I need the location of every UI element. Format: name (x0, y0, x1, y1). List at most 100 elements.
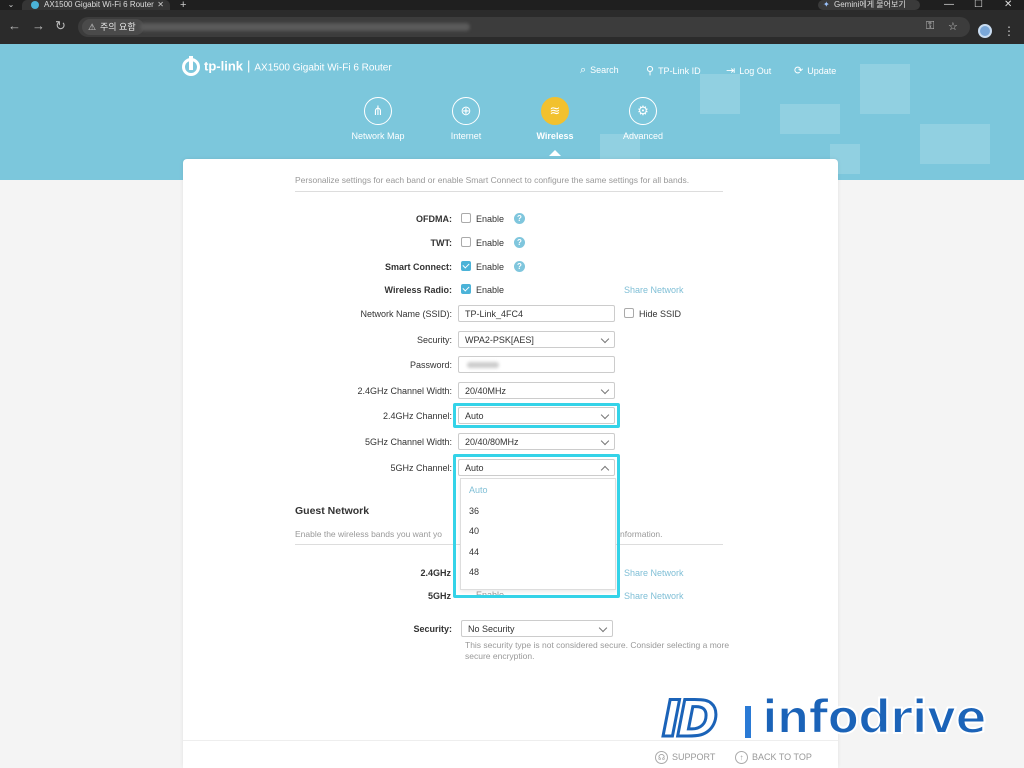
chevron-down-icon (598, 623, 608, 633)
ofdma-checkbox[interactable] (461, 213, 471, 223)
browser-tab[interactable]: AX1500 Gigabit Wi-Fi 6 Router ✕ (22, 0, 170, 10)
channel-width-5-select[interactable]: 20/40/80MHz (458, 433, 615, 450)
address-bar[interactable]: ⚠ 주의 요함 ⚿ ☆ (78, 17, 970, 37)
tab-search-chevron-icon[interactable]: ⌄ (4, 0, 18, 10)
smart-connect-help-icon[interactable]: ? (514, 261, 525, 272)
guest-24-label: 2.4GHz (420, 568, 451, 578)
nav-tab-label: Network Map (351, 131, 405, 141)
brand-name: tp-link (204, 58, 243, 74)
twt-checkbox[interactable] (461, 237, 471, 247)
ssid-label: Network Name (SSID): (360, 309, 452, 319)
bookmark-star-icon[interactable]: ☆ (948, 20, 958, 33)
guest-network-heading: Guest Network (295, 505, 370, 517)
tplink-logo-icon (182, 56, 200, 76)
ofdma-label: OFDMA: (416, 214, 452, 224)
security-warning-chip[interactable]: ⚠ 주의 요함 (82, 19, 144, 35)
header-link-label: TP-Link ID (658, 66, 701, 76)
back-arrow-icon[interactable]: ← (8, 19, 21, 33)
password-label: Password: (409, 360, 452, 370)
warning-triangle-icon: ⚠ (88, 22, 97, 32)
header-search-link[interactable]: ⌕ Search (580, 64, 619, 77)
security-select[interactable]: WPA2-PSK[AES] (458, 331, 615, 348)
channel-width-24-select[interactable]: 20/40MHz (458, 382, 615, 399)
maximize-button[interactable]: ☐ (974, 0, 983, 10)
guest-5-share-link[interactable]: Share Network (624, 591, 684, 601)
watermark-text: infodrive (761, 689, 988, 745)
wireless-radio-label: Wireless Radio: (384, 285, 452, 295)
support-label: SUPPORT (672, 751, 716, 762)
twt-label: TWT: (430, 238, 453, 248)
tplink-logo[interactable]: tp-link | AX1500 Gigabit Wi-Fi 6 Router (182, 56, 392, 76)
header-link-label: Log Out (739, 66, 772, 76)
guest-24-share-link[interactable]: Share Network (624, 568, 684, 578)
ofdma-help-icon[interactable]: ? (514, 213, 525, 224)
watermark-mark: ID (660, 689, 719, 750)
twt-enable-label: Enable (476, 238, 505, 248)
channel-width-5-value: 20/40/80MHz (465, 437, 519, 447)
tab-advanced[interactable]: ⚙ Advanced (605, 97, 681, 141)
header-link-label: Search (590, 65, 619, 75)
chevron-down-icon (600, 334, 610, 344)
tab-wireless[interactable]: ≋ Wireless (517, 97, 593, 156)
window-close-button[interactable]: ✕ (1004, 0, 1012, 10)
guest-security-value: No Security (468, 624, 515, 634)
page-footer: ☊ SUPPORT ↑ BACK TO TOP (183, 740, 838, 768)
ofdma-row: OFDMA: Enable ? (183, 210, 838, 228)
reload-icon[interactable]: ↻ (55, 19, 66, 33)
wireless-radio-checkbox[interactable] (461, 284, 471, 294)
security-warning-label: 주의 요함 (100, 22, 136, 32)
nav-tab-label: Advanced (622, 131, 664, 141)
browser-tab-bar: ⌄ AX1500 Gigabit Wi-Fi 6 Router ✕ + ✦ Ge… (0, 0, 1024, 11)
password-row: Password: (183, 356, 838, 374)
browser-menu-icon[interactable]: ⋮ (1003, 24, 1015, 38)
minimize-button[interactable]: — (944, 0, 954, 10)
guest-desc-start: Enable the wireless bands you want yo (295, 529, 442, 539)
tab-title: AX1500 Gigabit Wi-Fi 6 Router (44, 0, 154, 9)
forward-arrow-icon[interactable]: → (32, 19, 45, 33)
smart-connect-checkbox[interactable] (461, 261, 471, 271)
highlight-channel-24 (453, 403, 620, 428)
user-icon: ⚲ (646, 65, 655, 77)
back-to-top-link[interactable]: ↑ BACK TO TOP (735, 751, 812, 764)
header-tplink-id-link[interactable]: ⚲ TP-Link ID (646, 64, 701, 77)
guest-security-row: Security: No Security (183, 620, 838, 638)
channel-5-label: 5GHz Channel: (390, 463, 452, 473)
twt-row: TWT: Enable ? (183, 234, 838, 252)
gemini-spark-icon: ✦ (823, 0, 830, 9)
logout-icon: ⇥ (726, 65, 736, 77)
wifi-icon: ≋ (541, 97, 569, 125)
tab-network-map[interactable]: ⋔ Network Map (340, 97, 416, 141)
tab-close-icon[interactable]: ✕ (157, 0, 164, 9)
channel-width-5-label: 5GHz Channel Width: (364, 437, 452, 447)
channel-width-24-row: 2.4GHz Channel Width: 20/40MHz (183, 382, 838, 400)
channel-width-24-value: 20/40MHz (465, 386, 507, 396)
profile-avatar[interactable] (978, 24, 992, 38)
channel-24-label: 2.4GHz Channel: (382, 411, 452, 421)
twt-help-icon[interactable]: ? (514, 237, 525, 248)
url-text-blurred (140, 23, 470, 31)
tab-internet[interactable]: ⊕ Internet (428, 97, 504, 141)
smart-connect-enable-label: Enable (476, 262, 505, 272)
password-input[interactable] (458, 356, 615, 373)
chevron-down-icon (600, 385, 610, 395)
router-model: AX1500 Gigabit Wi-Fi 6 Router (254, 62, 392, 74)
browser-toolbar: ← → ↻ ⚠ 주의 요함 ⚿ ☆ ⋮ (0, 10, 1024, 44)
tab-favicon-icon (31, 1, 39, 9)
hide-ssid-checkbox[interactable] (624, 308, 634, 318)
guest-security-label: Security: (413, 624, 452, 634)
network-map-icon: ⋔ (364, 97, 392, 125)
support-link[interactable]: ☊ SUPPORT (655, 751, 715, 764)
security-row: Security: WPA2-PSK[AES] (183, 331, 838, 349)
gear-icon: ⚙ (629, 97, 657, 125)
share-network-link[interactable]: Share Network (624, 285, 684, 295)
gemini-button[interactable]: ✦ Gemini에게 물어보기 (818, 0, 920, 10)
guest-desc-end: nformation. (620, 529, 663, 539)
security-value: WPA2-PSK[AES] (465, 335, 534, 345)
guest-security-note: This security type is not considered sec… (465, 640, 730, 661)
header-update-link[interactable]: ⟳ Update (794, 64, 836, 77)
guest-security-select[interactable]: No Security (461, 620, 613, 637)
ssid-input[interactable]: TP-Link_4FC4 (458, 305, 615, 322)
ofdma-enable-label: Enable (476, 214, 505, 224)
header-logout-link[interactable]: ⇥ Log Out (726, 64, 771, 77)
password-key-icon[interactable]: ⚿ (926, 20, 934, 33)
